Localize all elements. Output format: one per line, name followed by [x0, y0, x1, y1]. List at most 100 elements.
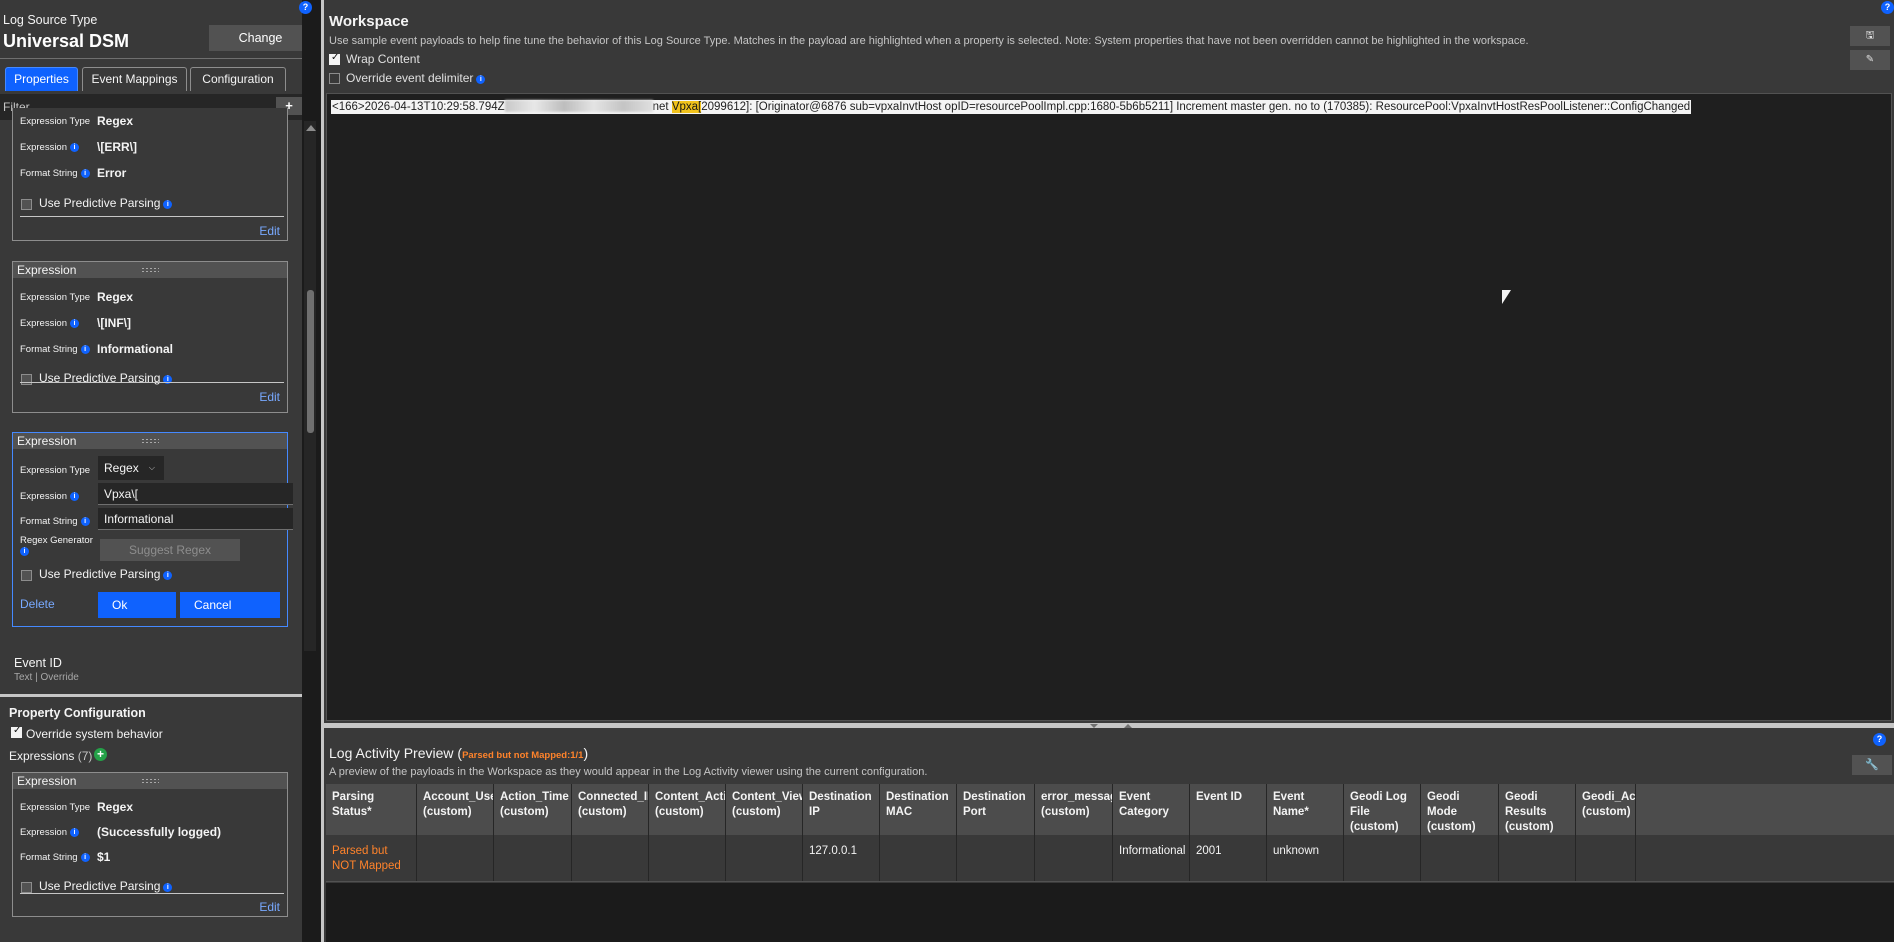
info-icon[interactable]: i — [70, 828, 79, 837]
expression-type-select[interactable]: Regex ⌵ — [98, 456, 164, 480]
info-icon[interactable]: i — [80, 517, 90, 526]
column-header[interactable]: Destination IP — [803, 784, 880, 835]
expression-type-label: Expression Type Regex — [20, 114, 134, 128]
info-icon[interactable]: i — [70, 319, 79, 328]
info-icon[interactable]: i — [80, 169, 90, 178]
edit-link[interactable]: Edit — [259, 390, 280, 404]
payload-text[interactable]: <166>2026-04-13T10:29:58.794Z net Vpxa[20… — [331, 100, 1692, 114]
column-header[interactable]: Geodi Results (custom) — [1499, 784, 1576, 835]
scroll-up-icon[interactable] — [306, 125, 316, 131]
workspace-editor[interactable]: <166>2026-04-13T10:29:58.794Z net Vpxa[20… — [326, 93, 1892, 721]
format-string-value: Informational — [97, 342, 174, 356]
table-header: Parsing Status* Account_Userna (custom) … — [326, 784, 1894, 835]
column-header[interactable]: Content_Action (custom) — [649, 784, 726, 835]
save-payload-icon[interactable]: 🖫 — [1850, 26, 1890, 46]
column-header[interactable]: Geodi Mode (custom) — [1421, 784, 1499, 835]
cancel-button[interactable]: Cancel — [180, 592, 280, 618]
column-header[interactable]: Event Category — [1113, 784, 1190, 835]
expression-type-label: Expression Type Regex — [20, 290, 134, 304]
wrench-icon[interactable]: 🔧 — [1852, 755, 1892, 775]
drag-handle-icon[interactable] — [141, 267, 159, 273]
ok-button[interactable]: Ok — [98, 592, 176, 618]
predictive-parsing-checkbox[interactable] — [21, 882, 32, 893]
tab-properties[interactable]: Properties — [5, 67, 78, 91]
expression-value: \[ERR\] — [97, 140, 137, 154]
delete-link[interactable]: Delete — [20, 597, 55, 611]
add-expression-icon[interactable]: + — [94, 748, 107, 761]
column-header[interactable]: error_message (custom) — [1035, 784, 1113, 835]
divider — [20, 216, 284, 217]
expression-card: Expression Type Regex Expression i \[ERR\] … — [12, 108, 288, 241]
help-icon[interactable]: ? — [1881, 1, 1894, 14]
info-icon[interactable]: i — [80, 853, 90, 862]
expressions-label: Expressions (7) — [9, 749, 93, 763]
info-icon[interactable]: i — [70, 143, 79, 152]
column-header[interactable]: Geodi_Acti (custom) — [1576, 784, 1636, 835]
info-icon[interactable]: i — [163, 200, 173, 209]
predictive-parsing-checkbox[interactable] — [21, 570, 32, 581]
expressions-count: (7) — [77, 749, 93, 763]
drag-handle-icon[interactable] — [141, 438, 159, 444]
divider — [0, 694, 302, 697]
format-string-value: $1 — [97, 850, 111, 864]
drag-handle-icon[interactable] — [141, 778, 159, 784]
format-string-value: Error — [97, 166, 127, 180]
column-header[interactable]: Event ID — [1190, 784, 1267, 835]
workspace-title: Workspace — [329, 13, 409, 30]
column-header[interactable]: Parsing Status* — [326, 784, 417, 835]
table-cell: Informational — [1113, 835, 1190, 881]
table-cell: unknown — [1267, 835, 1344, 881]
info-icon[interactable]: i — [163, 571, 173, 580]
info-icon[interactable]: i — [20, 547, 29, 556]
column-header[interactable]: Connected_IP (custom) — [572, 784, 649, 835]
format-string-input[interactable] — [98, 508, 293, 530]
expression-label: Expression i \[INF\] — [20, 316, 131, 330]
table-cell — [957, 835, 1035, 881]
override-system-checkbox[interactable] — [11, 725, 22, 738]
column-header[interactable]: Geodi Log File (custom) — [1344, 784, 1421, 835]
predictive-parsing-checkbox[interactable] — [21, 374, 32, 385]
expression-type-label: Expression Type — [20, 465, 91, 476]
override-delimiter-checkbox[interactable] — [329, 73, 340, 84]
suggest-regex-button[interactable]: Suggest Regex — [100, 539, 240, 561]
parse-status-badge: Parsed but not Mapped:1/1 — [462, 750, 584, 761]
property-item-event-id[interactable]: Event ID — [14, 656, 62, 670]
column-header[interactable]: Event Name* — [1267, 784, 1344, 835]
help-icon[interactable]: ? — [299, 1, 312, 14]
table-cell — [649, 835, 726, 881]
scrollbar-thumb[interactable] — [307, 290, 314, 433]
expression-header: Expression — [13, 262, 287, 278]
tab-configuration[interactable]: Configuration — [190, 67, 286, 91]
table-cell — [417, 835, 494, 881]
expression-type-value: Regex — [97, 290, 134, 304]
info-icon[interactable]: i — [163, 883, 173, 892]
column-header[interactable]: Destination Port — [957, 784, 1035, 835]
edit-tool-icon[interactable]: ✎ — [1850, 50, 1890, 70]
expression-edit-card: Expression Expression Type Regex ⌵ Expres… — [12, 432, 293, 627]
info-icon[interactable]: i — [80, 345, 90, 354]
format-string-label: Format String i — [20, 516, 90, 527]
expression-type-value: Regex — [97, 800, 134, 814]
predictive-parsing-checkbox[interactable] — [21, 199, 32, 210]
property-config-title: Property Configuration — [9, 706, 146, 720]
info-icon[interactable]: i — [70, 492, 79, 501]
table-cell — [1421, 835, 1499, 881]
info-icon[interactable]: i — [476, 75, 486, 84]
predictive-parsing-label: Use Predictive Parsing i — [39, 567, 173, 581]
table-cell — [1576, 835, 1636, 881]
column-header[interactable]: Account_Userna (custom) — [417, 784, 494, 835]
divider — [20, 893, 284, 894]
help-icon[interactable]: ? — [1873, 733, 1886, 746]
column-header[interactable]: Content_View (custom) — [726, 784, 803, 835]
table-row[interactable]: Parsed but NOT Mapped 127.0.0.1 Informat… — [326, 835, 1894, 882]
wrap-content-checkbox[interactable] — [329, 52, 340, 65]
edit-link[interactable]: Edit — [259, 224, 280, 238]
change-button[interactable]: Change — [209, 25, 302, 51]
format-string-label: Format String i Error — [20, 166, 127, 180]
column-header[interactable]: Destination MAC — [880, 784, 957, 835]
format-string-label: Format String i Informational — [20, 342, 174, 356]
expression-input[interactable] — [98, 483, 293, 505]
edit-link[interactable]: Edit — [259, 900, 280, 914]
column-header[interactable]: Action_Time (custom) — [494, 784, 572, 835]
tab-event-mappings[interactable]: Event Mappings — [82, 67, 187, 91]
